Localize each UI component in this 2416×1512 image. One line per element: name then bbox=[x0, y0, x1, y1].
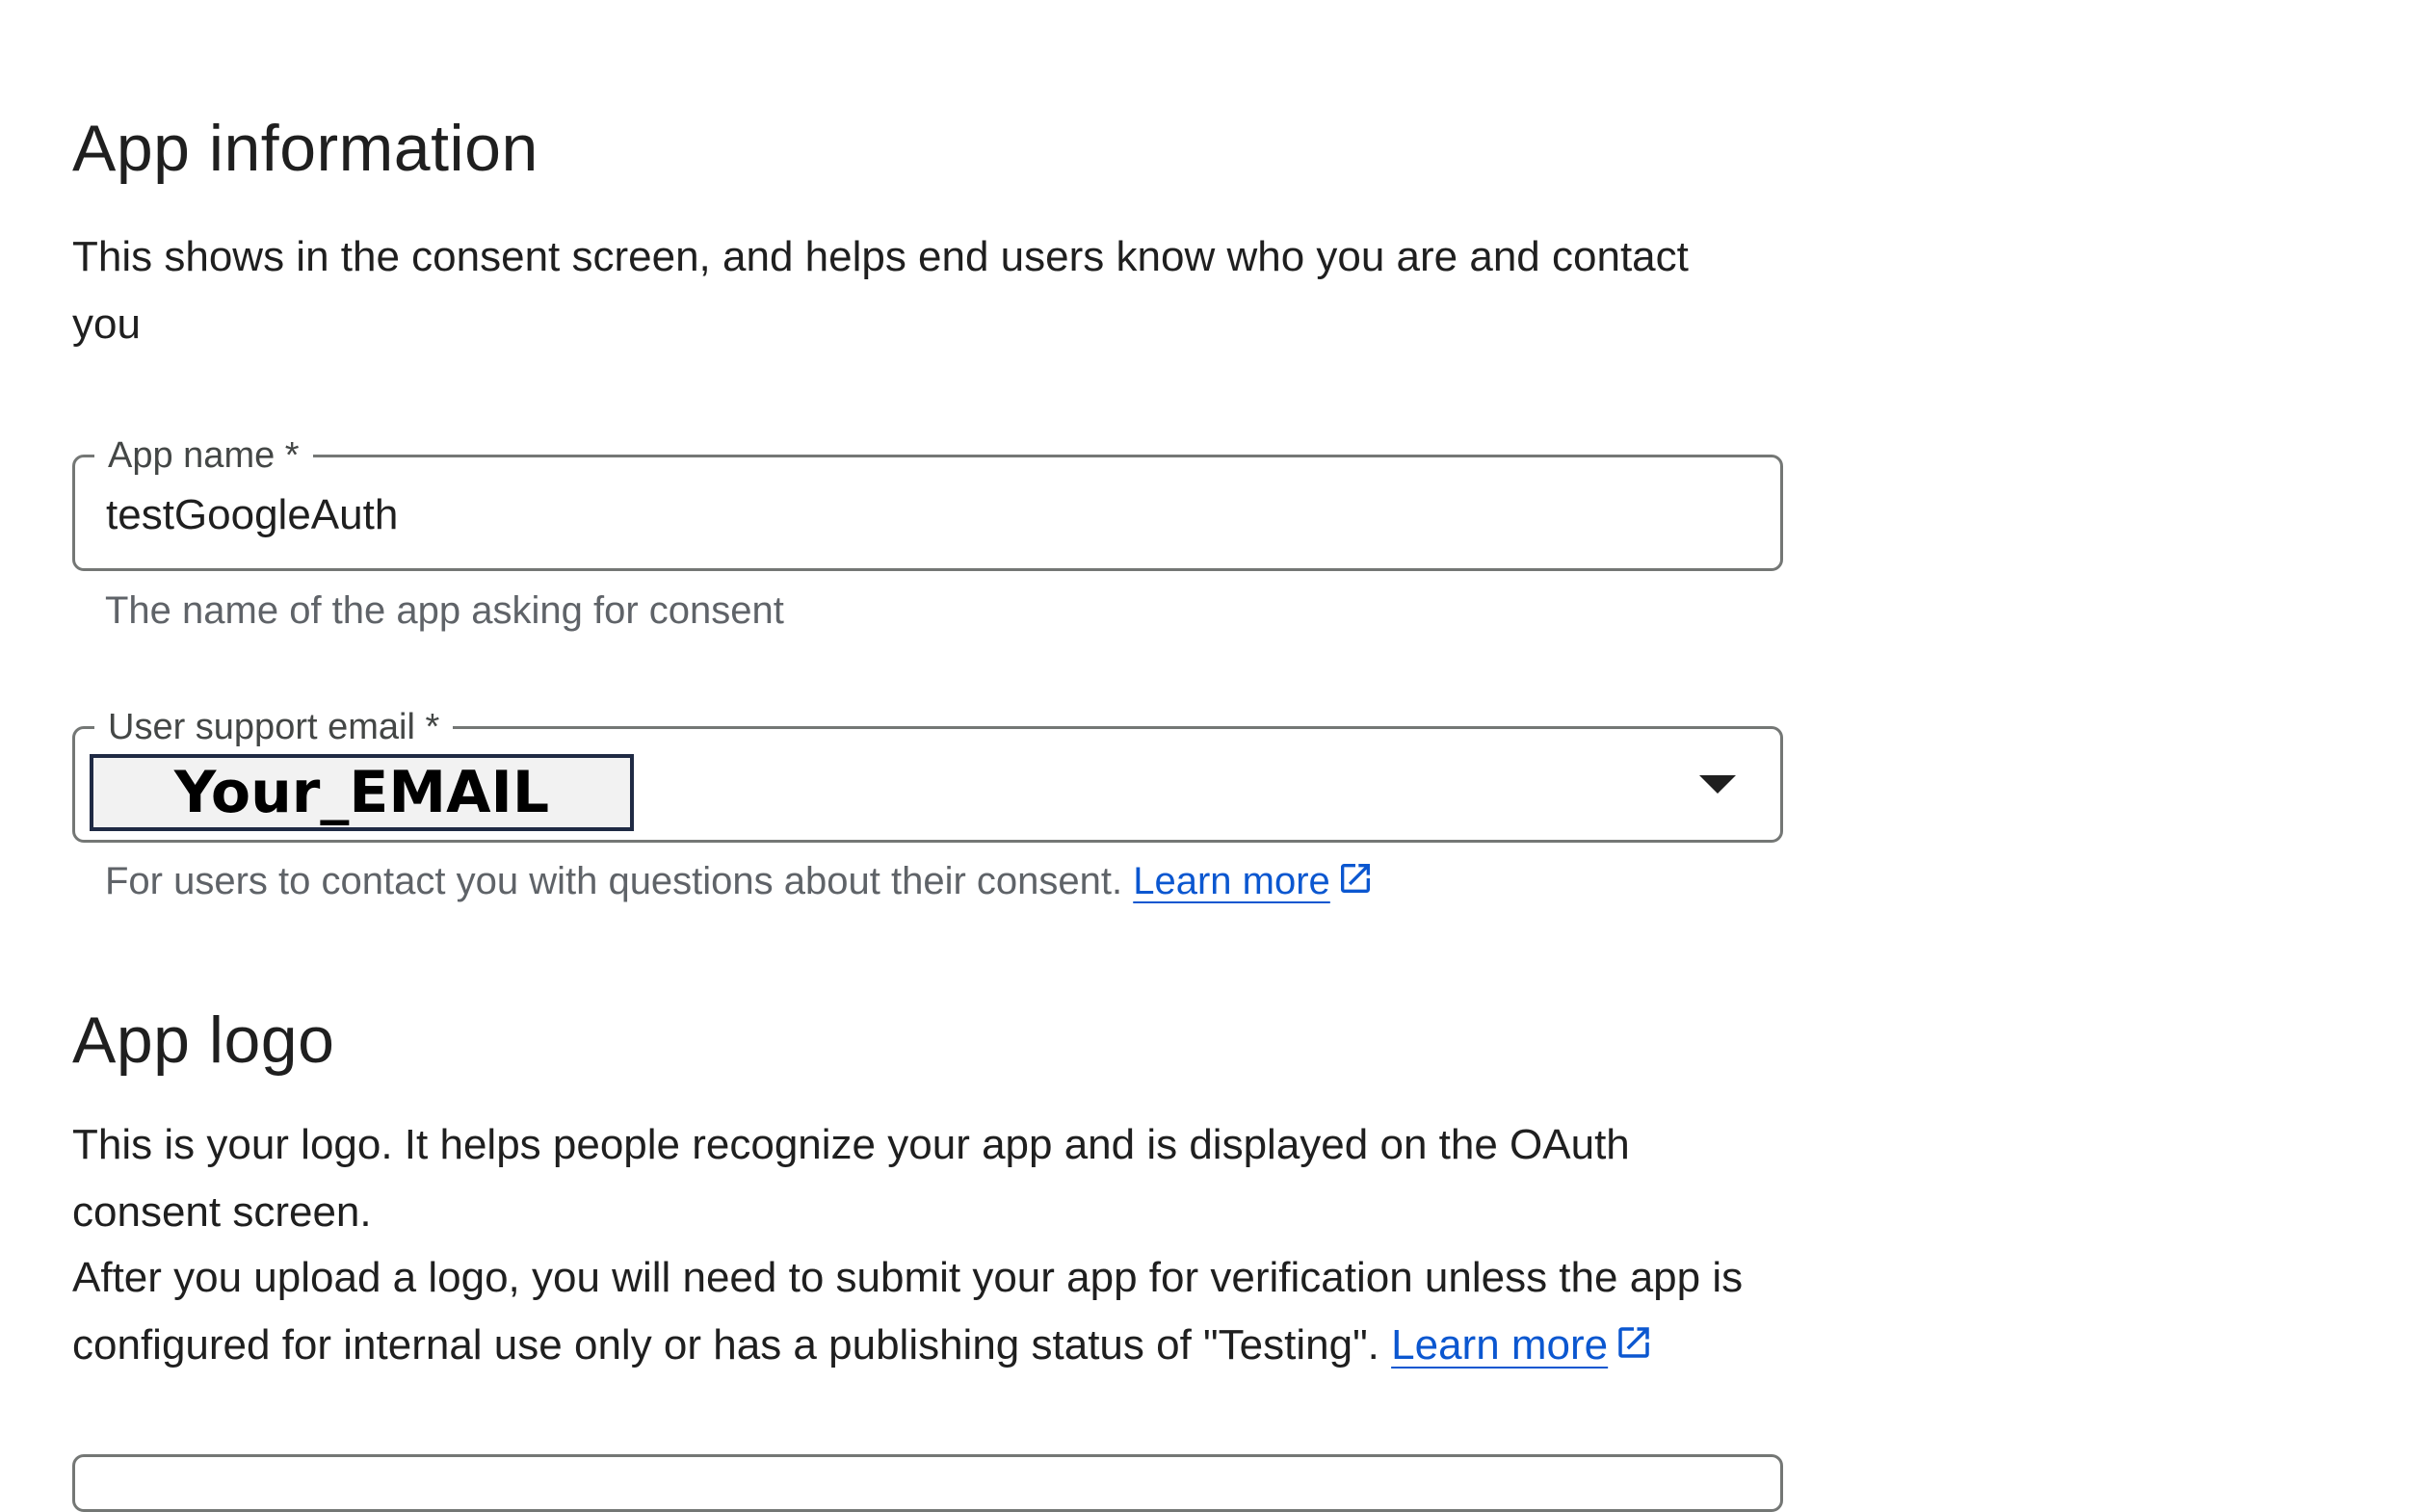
user-support-email-select[interactable]: User support email * Your_EMAIL bbox=[72, 700, 1783, 843]
user-support-email-hint: For users to contact you with questions … bbox=[105, 854, 1375, 912]
learn-more-link[interactable]: Learn more bbox=[1391, 1321, 1608, 1369]
open-in-new-icon[interactable] bbox=[1614, 1316, 1654, 1383]
app-name-input[interactable]: testGoogleAuth bbox=[106, 491, 398, 539]
app-logo-description-1: This is your logo. It helps people recog… bbox=[72, 1121, 1630, 1236]
section-title-app-logo: App logo bbox=[72, 1004, 335, 1077]
learn-more-link[interactable]: Learn more bbox=[1133, 860, 1330, 902]
app-logo-upload-field[interactable] bbox=[72, 1454, 1783, 1512]
section-title-app-information: App information bbox=[72, 112, 538, 185]
user-support-email-value: Your_EMAIL bbox=[90, 754, 634, 831]
open-in-new-icon[interactable] bbox=[1336, 858, 1375, 912]
app-name-hint: The name of the app asking for consent bbox=[105, 589, 784, 632]
app-logo-description-2: After you upload a logo, you will need t… bbox=[72, 1244, 1768, 1383]
user-support-email-label: User support email * bbox=[94, 700, 454, 754]
app-name-field[interactable]: App name * testGoogleAuth bbox=[72, 429, 1783, 571]
app-name-label: App name * bbox=[94, 429, 313, 482]
dropdown-arrow-icon[interactable] bbox=[1699, 775, 1736, 794]
app-information-description: This shows in the consent screen, and he… bbox=[72, 233, 1689, 348]
user-support-email-hint-text: For users to contact you with questions … bbox=[105, 860, 1134, 902]
